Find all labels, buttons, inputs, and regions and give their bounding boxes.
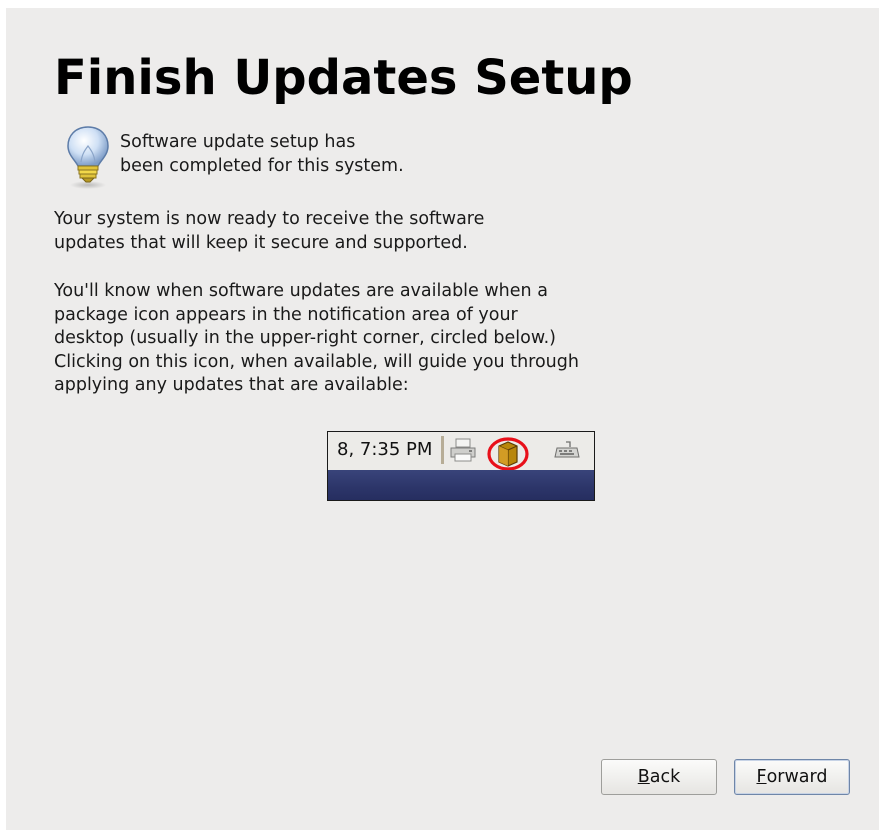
back-button[interactable]: Back <box>601 759 717 795</box>
ready-paragraph: Your system is now ready to receive the … <box>54 209 485 253</box>
lightbulb-icon <box>67 126 109 189</box>
keyboard-icon <box>554 441 580 458</box>
forward-button-mnemonic: F <box>756 767 767 787</box>
notification-paragraph: You'll know when software updates are av… <box>54 281 579 395</box>
forward-button-label: orward <box>766 767 828 787</box>
panel-clock: 8, 7:35 PM <box>337 439 433 460</box>
forward-button[interactable]: Forward <box>734 759 850 795</box>
back-button-label: ack <box>649 767 681 787</box>
notification-area-example: 8, 7:35 PM <box>327 431 595 501</box>
panel-bar: 8, 7:35 PM <box>328 432 594 471</box>
page-title: Finish Updates Setup <box>54 50 633 106</box>
panel-separator <box>441 436 444 464</box>
desktop-background-strip <box>328 470 594 500</box>
setup-window: Finish Updates Setup Software update set… <box>6 8 879 830</box>
back-button-mnemonic: B <box>637 767 650 787</box>
completion-message: Software update setup has been completed… <box>120 132 404 176</box>
printer-icon <box>450 438 476 462</box>
completion-notice: Software update setup has been completed… <box>64 122 624 192</box>
